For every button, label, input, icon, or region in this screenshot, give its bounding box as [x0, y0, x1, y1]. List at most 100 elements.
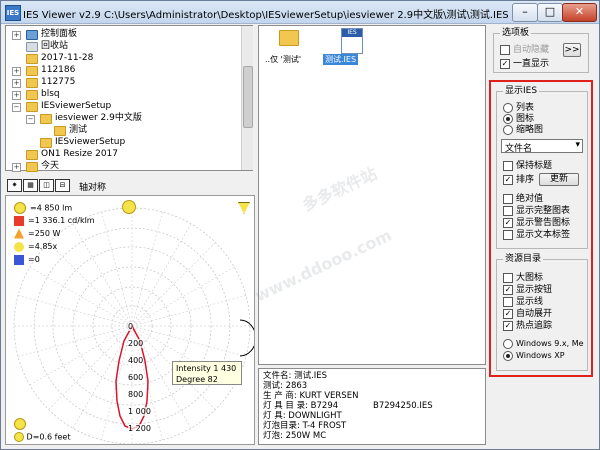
tree-scrollbar-thumb[interactable] [243, 66, 253, 128]
show-lines-checkbox[interactable] [503, 296, 513, 307]
print-icon[interactable]: ⊟ [55, 179, 70, 192]
recycle-bin-icon [26, 42, 38, 52]
auto-hide-checkbox[interactable] [500, 44, 510, 55]
hot-track-checkbox[interactable]: ✓ [503, 320, 513, 331]
ies-file-icon[interactable]: IES [341, 28, 363, 54]
expand-icon[interactable]: + [12, 67, 21, 76]
close-button[interactable]: ✕ [562, 3, 597, 22]
sort-option[interactable]: ✓ 排序 [503, 174, 534, 186]
tree-item[interactable]: + 控制面板 [6, 29, 240, 40]
warn-icon-checkbox[interactable]: ✓ [503, 217, 513, 228]
show-buttons-checkbox[interactable]: ✓ [503, 284, 513, 295]
distance-label: D=0.6 feet [14, 432, 70, 442]
tree-item[interactable]: 测试 [6, 125, 240, 136]
tree-item[interactable]: IESviewerSetup [6, 137, 240, 148]
expand-icon[interactable]: + [12, 163, 21, 172]
polar-chart-pane: =4 850 lm =1 336.1 cd/klm =250 W =4.85x … [5, 195, 255, 445]
auto-expand-checkbox[interactable]: ✓ [503, 308, 513, 319]
collapse-icon[interactable]: − [26, 115, 35, 124]
full-chart-checkbox[interactable] [503, 205, 513, 216]
tree-item[interactable]: 2017-11-28 [6, 53, 240, 64]
winxp-radio[interactable] [503, 350, 513, 361]
tree-item[interactable]: − iesviewer 2.9中文版 [6, 113, 240, 124]
tree-item-label: blsq [41, 89, 60, 99]
tree-item[interactable]: − IESviewerSetup [6, 101, 240, 112]
legend-flux: =4 850 lm [14, 202, 72, 214]
top-bulb-icon [122, 200, 136, 214]
winxp-option[interactable]: Windows XP [503, 350, 565, 362]
polar-grid-line [29, 266, 133, 327]
sort-checkbox[interactable]: ✓ [503, 174, 513, 185]
always-show-checkbox[interactable]: ✓ [500, 58, 510, 69]
file-view[interactable]: ..仅 '测试' IES 测试.IES 多多软件站 www.ddooo.com [252, 25, 486, 365]
polar-tick-label: 1 000 [128, 407, 151, 416]
expand-icon[interactable]: + [12, 91, 21, 100]
win9x-option[interactable]: Windows 9.x, Me [503, 338, 584, 350]
tree-item[interactable]: + blsq [6, 89, 240, 100]
polar-tick-label: 0 [128, 322, 134, 331]
more-button[interactable]: >> [563, 43, 581, 57]
minimize-button[interactable]: – [512, 3, 538, 22]
folder-icon [26, 90, 38, 100]
list-radio[interactable] [503, 102, 513, 113]
parent-folder-label[interactable]: ..仅 '测试' [265, 54, 301, 65]
info-line: 文件名: 测试.IES [263, 371, 328, 381]
bulb-icon [14, 202, 26, 214]
text-label-option[interactable]: 显示文本标签 [503, 229, 570, 241]
keep-title-checkbox[interactable] [503, 160, 513, 171]
full-chart-option[interactable]: 显示完整图表 [503, 205, 570, 217]
absolute-checkbox[interactable] [503, 193, 513, 204]
show-lines-option[interactable]: 显示线 [503, 296, 543, 308]
folder-tree[interactable]: + 控制面板 回收站 2017-11-28 +112186 +112775 + blsq − IE… [5, 25, 253, 172]
update-button[interactable]: 更新 [539, 173, 579, 186]
expand-icon[interactable]: + [12, 79, 21, 88]
polar-grid-line [131, 295, 247, 327]
info-line: 灯 具 目 录: B7294 [263, 401, 339, 411]
title-bar[interactable]: IES IES Viewer v2.9 C:\Users\Administrat… [1, 1, 599, 24]
tree-item[interactable]: ON1 Resize 2017 [6, 149, 240, 160]
light-icon[interactable]: ✷ [7, 179, 22, 192]
tree-item-label: 控制面板 [41, 29, 78, 39]
folder-icon[interactable] [279, 30, 299, 46]
text-label-checkbox[interactable] [503, 229, 513, 240]
always-show-option[interactable]: ✓ 一直显示 [500, 58, 549, 70]
tree-item-label: IESviewerSetup [41, 101, 112, 111]
win9x-radio[interactable] [503, 338, 513, 349]
display-ies-group: 显示IES 列表 图标 缩略图 文件名 ▾ 保持标题 ✓ 排序 更新 绝对值 显示… [496, 85, 588, 249]
tree-item-label: 112186 [41, 65, 76, 75]
auto-expand-option[interactable]: ✓ 自动展开 [503, 308, 552, 320]
grid-icon[interactable]: ▦ [23, 179, 38, 192]
watermark: 多多软件站 [299, 163, 380, 215]
auto-hide-option[interactable]: 自动隐藏 [500, 44, 549, 56]
view-icon[interactable]: ◫ [39, 179, 54, 192]
sort-select[interactable]: 文件名 ▾ [501, 139, 583, 154]
absolute-option[interactable]: 绝对值 [503, 193, 543, 205]
polar-grid-line [131, 266, 235, 327]
keep-title-option[interactable]: 保持标题 [503, 160, 552, 172]
big-icons-checkbox[interactable] [503, 272, 513, 283]
resource-group: 资源目录 大图标 ✓ 显示按钮 显示线 ✓ 自动展开 ✓ 热点追踪 Windows 9… [496, 253, 588, 371]
big-icons-option[interactable]: 大图标 [503, 272, 543, 284]
chevron-down-icon[interactable]: ▾ [575, 140, 580, 150]
legend-power: =250 W [14, 228, 60, 240]
thumbs-radio[interactable] [503, 124, 513, 135]
expand-icon[interactable]: + [12, 31, 21, 40]
warn-icon-option[interactable]: ✓ 显示警告图标 [503, 217, 570, 229]
display-ies-title: 显示IES [503, 85, 540, 97]
tree-item[interactable]: 回收站 [6, 41, 240, 52]
selected-file-label[interactable]: 测试.IES [323, 54, 359, 65]
icons-radio[interactable] [503, 113, 513, 124]
collapse-icon[interactable]: − [12, 103, 21, 112]
tree-item-label: ON1 Resize 2017 [41, 149, 119, 159]
hot-track-option[interactable]: ✓ 热点追踪 [503, 320, 552, 332]
maximize-button[interactable]: □ [537, 3, 563, 22]
tree-item[interactable]: +112186 [6, 65, 240, 76]
show-buttons-option[interactable]: ✓ 显示按钮 [503, 284, 552, 296]
thumbs-option[interactable]: 缩略图 [503, 124, 543, 136]
tree-scrollbar[interactable] [241, 26, 253, 170]
legend-zero: =0 [14, 254, 40, 266]
tree-item[interactable]: +112775 [6, 77, 240, 88]
axis-label[interactable]: 轴对称 [79, 180, 106, 193]
tree-item[interactable]: + 今天 [6, 161, 240, 172]
options-group-title: 选项板 [500, 27, 532, 39]
